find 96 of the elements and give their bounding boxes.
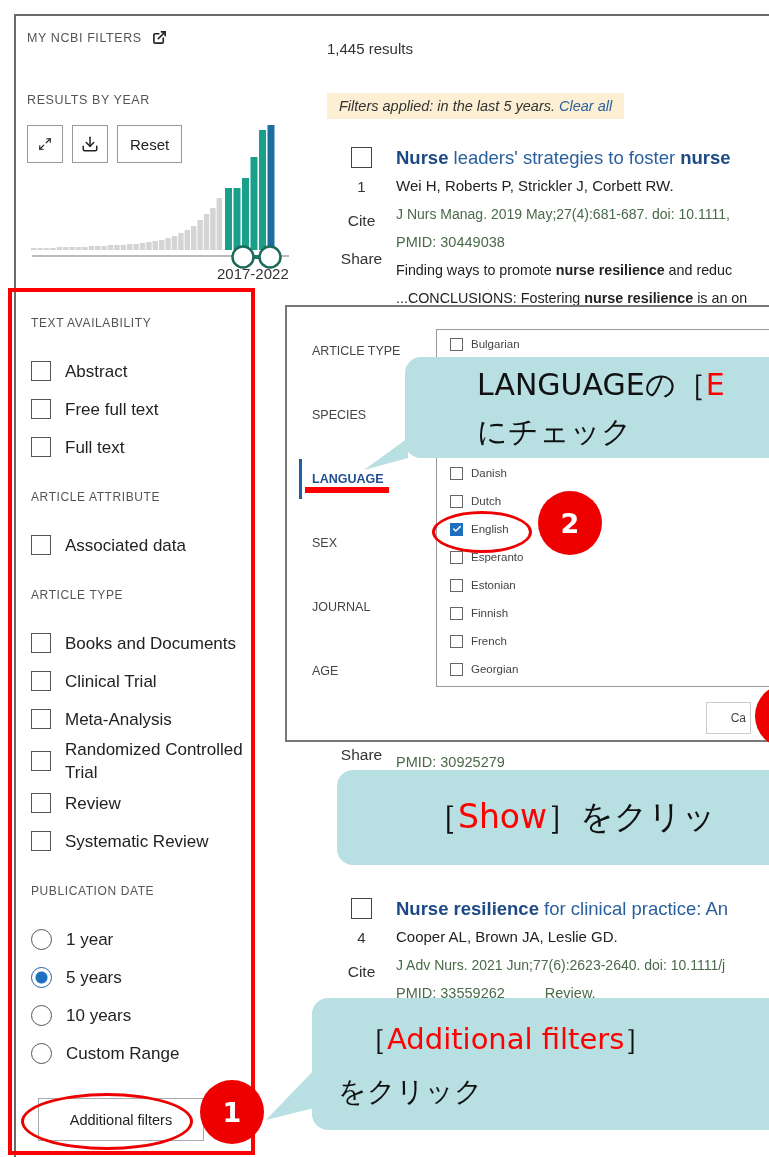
- language-label: Georgian: [471, 663, 519, 675]
- citation-text: J Nurs Manag. 2019 May;27(4):681-687. doi: 10.1111,: [396, 205, 731, 224]
- language-label: Bulgarian: [471, 338, 520, 350]
- option-label: Meta-Analysis: [65, 708, 172, 731]
- article-title[interactable]: Nurse leaders' strategies to foster nurse: [396, 144, 769, 172]
- language-label: English: [471, 523, 509, 535]
- checkbox[interactable]: [450, 522, 463, 536]
- callout-text: LANGUAGEの［E にチェック: [476, 366, 726, 451]
- article-title[interactable]: Nurse resilience for clinical practice: An: [396, 895, 769, 923]
- panel-title: MY NCBI FILTERS: [27, 30, 142, 45]
- checkbox[interactable]: [450, 578, 463, 592]
- range-handle[interactable]: [231, 245, 255, 269]
- checkbox[interactable]: [450, 337, 463, 351]
- external-link-icon[interactable]: [151, 30, 167, 45]
- section-heading: TEXT AVAILABILITY: [31, 316, 153, 330]
- section-heading: ARTICLE ATTRIBUTE: [31, 490, 162, 504]
- section-heading: ARTICLE TYPE: [31, 588, 125, 602]
- publication-type: Review.: [544, 985, 596, 1001]
- radio-button[interactable]: [31, 1004, 52, 1026]
- snippet-text: Finding ways to promote nurse resilience and reduc: [396, 261, 734, 280]
- option-label: Full text: [65, 436, 125, 459]
- radio-button[interactable]: [31, 1042, 52, 1064]
- section-heading: RESULTS BY YEAR: [27, 93, 151, 107]
- checkbox[interactable]: [351, 147, 372, 168]
- option-label: Books and Documents: [65, 632, 237, 655]
- step-badge: 1: [200, 1080, 264, 1144]
- reset-button[interactable]: Reset: [117, 125, 183, 163]
- checkbox[interactable]: [31, 535, 51, 555]
- checkbox[interactable]: [31, 361, 51, 381]
- checkbox[interactable]: [31, 671, 51, 691]
- option-label: Systematic Review: [65, 830, 209, 853]
- category-tab[interactable]: SPECIES: [299, 395, 371, 435]
- option-label: Randomized Controlled Trial: [65, 739, 244, 784]
- checkbox[interactable]: [31, 709, 51, 729]
- checkbox[interactable]: [450, 662, 463, 676]
- pmid-text: PMID: 30925279: [396, 753, 505, 772]
- checkbox[interactable]: [351, 898, 372, 919]
- checkbox[interactable]: [450, 634, 463, 648]
- pmid-text: PMID: 33559262: [396, 984, 505, 1003]
- language-label: Estonian: [471, 579, 516, 591]
- checkbox[interactable]: [31, 399, 51, 419]
- authors-text: Wei H, Roberts P, Strickler J, Corbett RW.: [396, 176, 675, 196]
- radio-button[interactable]: [31, 966, 52, 988]
- checkbox[interactable]: [450, 494, 463, 508]
- citation-text: J Adv Nurs. 2021 Jun;77(6):2623-2640. doi: 10.1111/j: [396, 956, 727, 975]
- callout-text: ［Additional filters］ をクリック: [337, 1021, 655, 1110]
- option-label: 1 year: [66, 928, 114, 951]
- option-label: Clinical Trial: [65, 670, 157, 693]
- additional-filters-button[interactable]: Additional filters: [38, 1098, 204, 1141]
- language-label: Dutch: [471, 495, 502, 507]
- language-label: Esperanto: [471, 551, 524, 563]
- checkbox[interactable]: [31, 633, 51, 653]
- range-handle[interactable]: [258, 245, 282, 269]
- category-tab[interactable]: AGE: [299, 651, 343, 691]
- category-tab[interactable]: JOURNAL: [299, 587, 375, 627]
- expand-button[interactable]: [27, 125, 63, 163]
- radio-button[interactable]: [31, 928, 52, 950]
- checkbox[interactable]: [31, 831, 51, 851]
- option-label: Abstract: [65, 360, 128, 383]
- expand-icon: [38, 137, 52, 151]
- option-label: Custom Range: [66, 1042, 180, 1065]
- result-number: 1: [357, 177, 366, 197]
- option-label: Review: [65, 792, 121, 815]
- snippet-text: ...CONCLUSIONS: Fostering nurse resilience is an on: [396, 289, 749, 308]
- histogram-bar[interactable]: [242, 178, 249, 250]
- category-tab[interactable]: ARTICLE TYPE: [299, 331, 405, 371]
- section-heading: PUBLICATION DATE: [31, 884, 156, 898]
- option-label: Associated data: [65, 534, 186, 557]
- option-label: 5 years: [66, 966, 122, 989]
- language-label: Danish: [471, 467, 507, 479]
- result-number: 4: [357, 928, 366, 948]
- results-count: 1,445 results: [327, 40, 414, 57]
- range-label: 2017-2022: [217, 265, 290, 282]
- checkbox[interactable]: [31, 793, 51, 813]
- checkbox[interactable]: [450, 466, 463, 480]
- checkbox[interactable]: [31, 751, 51, 771]
- option-label: Free full text: [65, 398, 159, 421]
- checkbox[interactable]: [450, 606, 463, 620]
- download-button[interactable]: [72, 125, 108, 163]
- histogram-bar[interactable]: [233, 188, 241, 250]
- authors-text: Cooper AL, Brown JA, Leslie GD.: [396, 927, 619, 947]
- language-label: French: [471, 635, 507, 647]
- category-tab[interactable]: SEX: [299, 523, 341, 563]
- callout-text: ［Show］をクリッ: [424, 796, 718, 838]
- download-icon: [81, 135, 99, 153]
- action-link[interactable]: Share: [340, 240, 383, 278]
- action-link[interactable]: Cite: [347, 953, 376, 991]
- clear-all-link[interactable]: Clear all: [559, 98, 613, 114]
- checkbox[interactable]: [450, 550, 463, 564]
- checkbox[interactable]: [31, 437, 51, 457]
- option-label: 10 years: [66, 1004, 132, 1027]
- language-label: Finnish: [471, 607, 509, 619]
- cancel-button[interactable]: Ca: [706, 702, 751, 734]
- filter-notice: Filters applied: in the last 5 years. Clear all: [327, 93, 625, 119]
- pmid-text: PMID: 30449038: [396, 233, 505, 252]
- action-link[interactable]: Cite: [347, 202, 376, 240]
